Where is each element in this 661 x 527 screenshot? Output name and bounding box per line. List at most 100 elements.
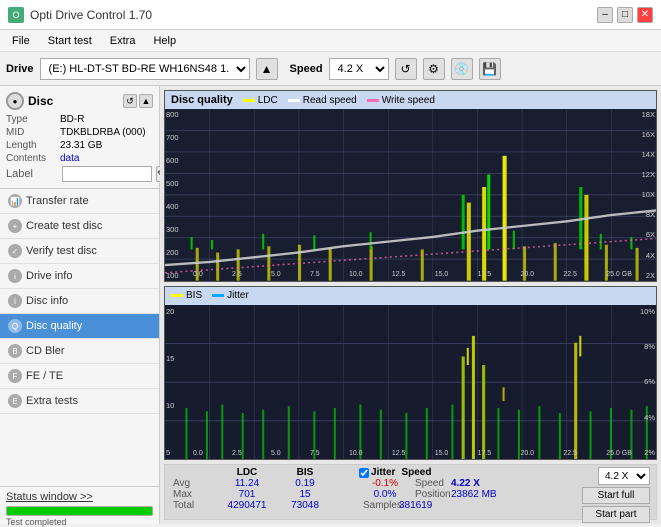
sidebar-item-disc-info-label: Disc info bbox=[26, 295, 68, 307]
start-part-button[interactable]: Start part bbox=[582, 506, 650, 523]
bis-legend-label: BIS bbox=[186, 290, 202, 301]
speed-label: Speed bbox=[290, 63, 323, 75]
disc-type-value: BD-R bbox=[60, 114, 84, 125]
stats-position-label: Position bbox=[415, 489, 451, 500]
chart1-body: 800700600500400300200100 18X16X14X12X10X… bbox=[165, 109, 656, 281]
jitter-checkbox[interactable] bbox=[359, 468, 369, 478]
sidebar-item-verify-test-disc-label: Verify test disc bbox=[26, 245, 97, 257]
stats-total-row: Total 4290471 73048 Samples 381619 bbox=[169, 500, 582, 511]
disc-quality-icon: Q bbox=[8, 319, 22, 333]
eject-button[interactable]: ▲ bbox=[256, 58, 278, 80]
stats-panel: LDC BIS Jitter Speed Avg 11.24 0.19 bbox=[164, 464, 657, 520]
save-button[interactable]: 💾 bbox=[479, 58, 501, 80]
jitter-checkbox-row: Jitter bbox=[359, 467, 395, 478]
chart2-y-axis-right: 10%8%6%4%2% bbox=[632, 305, 656, 459]
status-text: Test completed bbox=[6, 517, 153, 527]
disc-label-row: Label ✎ bbox=[6, 166, 153, 182]
stats-max-jitter: 0.0% bbox=[359, 489, 411, 500]
disc-quality-chart: Disc quality LDC Read speed Write speed bbox=[164, 90, 657, 282]
disc-info-icon: i bbox=[8, 294, 22, 308]
disc-eject-button[interactable]: ▲ bbox=[139, 94, 153, 108]
chart1-y-axis-left: 800700600500400300200100 bbox=[165, 109, 193, 281]
sidebar-item-extra-tests[interactable]: E Extra tests bbox=[0, 389, 159, 414]
sidebar-item-transfer-rate-label: Transfer rate bbox=[26, 195, 89, 207]
progress-bar-fill bbox=[7, 507, 152, 515]
sidebar-item-create-test-disc[interactable]: + Create test disc bbox=[0, 214, 159, 239]
sidebar-item-cd-bler[interactable]: B CD Bler bbox=[0, 339, 159, 364]
sidebar-item-cd-bler-label: CD Bler bbox=[26, 345, 65, 357]
menu-file[interactable]: File bbox=[4, 33, 38, 49]
minimize-button[interactable]: – bbox=[597, 7, 613, 23]
sidebar: ● Disc ↺ ▲ Type BD-R MID TDKBLDRBA (000)… bbox=[0, 86, 160, 524]
close-button[interactable]: ✕ bbox=[637, 7, 653, 23]
stats-speed-value: 4.22 X bbox=[451, 478, 480, 489]
status-bar: Status window >> Test completed bbox=[0, 486, 159, 524]
sidebar-item-fe-te[interactable]: F FE / TE bbox=[0, 364, 159, 389]
ldc-legend-label: LDC bbox=[258, 95, 278, 106]
drive-label: Drive bbox=[6, 63, 34, 75]
disc-button[interactable]: 💿 bbox=[451, 58, 473, 80]
disc-length-value: 23.31 GB bbox=[60, 140, 102, 151]
chart1-legend-write: Write speed bbox=[367, 95, 435, 106]
stats-speed-label: Speed bbox=[415, 478, 451, 489]
disc-type-row: Type BD-R bbox=[6, 114, 153, 125]
disc-label-label: Label bbox=[6, 168, 58, 180]
menu-extra[interactable]: Extra bbox=[102, 33, 144, 49]
chart1-legend-ldc: LDC bbox=[243, 95, 278, 106]
speed-select[interactable]: 4.2 X bbox=[329, 58, 389, 80]
read-speed-legend-label: Read speed bbox=[303, 95, 357, 106]
write-speed-legend-label: Write speed bbox=[382, 95, 435, 106]
bis-legend-color bbox=[171, 294, 183, 297]
menu-help[interactable]: Help bbox=[145, 33, 184, 49]
stats-avg-bis: 0.19 bbox=[279, 478, 331, 489]
jitter-chart: BIS Jitter bbox=[164, 286, 657, 460]
refresh-button[interactable]: ↺ bbox=[395, 58, 417, 80]
maximize-button[interactable]: □ bbox=[617, 7, 633, 23]
nav-items: 📊 Transfer rate + Create test disc ✓ Ver… bbox=[0, 189, 159, 414]
stats-avg-jitter: -0.1% bbox=[359, 478, 411, 489]
sidebar-item-transfer-rate[interactable]: 📊 Transfer rate bbox=[0, 189, 159, 214]
window-controls[interactable]: – □ ✕ bbox=[597, 7, 653, 23]
disc-contents-label: Contents bbox=[6, 153, 58, 164]
sidebar-item-drive-info[interactable]: i Drive info bbox=[0, 264, 159, 289]
menubar: File Start test Extra Help bbox=[0, 30, 661, 52]
disc-length-row: Length 23.31 GB bbox=[6, 140, 153, 151]
disc-label-input[interactable] bbox=[62, 166, 152, 182]
disc-icon: ● bbox=[6, 92, 24, 110]
write-speed-legend-color bbox=[367, 99, 379, 102]
stats-total-ldc: 4290471 bbox=[215, 500, 279, 511]
sidebar-item-extra-tests-label: Extra tests bbox=[26, 395, 78, 407]
disc-refresh-button[interactable]: ↺ bbox=[123, 94, 137, 108]
sidebar-item-disc-info[interactable]: i Disc info bbox=[0, 289, 159, 314]
read-speed-legend-color bbox=[288, 99, 300, 102]
main-layout: ● Disc ↺ ▲ Type BD-R MID TDKBLDRBA (000)… bbox=[0, 86, 661, 524]
app-icon: O bbox=[8, 7, 24, 23]
disc-mid-value: TDKBLDRBA (000) bbox=[60, 127, 146, 138]
settings-button[interactable]: ⚙ bbox=[423, 58, 445, 80]
stats-max-ldc: 701 bbox=[215, 489, 279, 500]
disc-contents-value: data bbox=[60, 153, 79, 164]
drive-select[interactable]: (E:) HL-DT-ST BD-RE WH16NS48 1.D3 bbox=[40, 58, 250, 80]
stats-header-ldc: LDC bbox=[215, 467, 279, 478]
stats-table: LDC BIS Jitter Speed Avg 11.24 0.19 bbox=[169, 467, 582, 511]
chart2-svg bbox=[165, 305, 656, 459]
bottom-speed-select[interactable]: 4.2 X bbox=[598, 467, 650, 485]
start-full-button[interactable]: Start full bbox=[582, 487, 650, 504]
ldc-legend-color bbox=[243, 99, 255, 102]
chart2-legend-bis: BIS bbox=[171, 290, 202, 301]
status-window-button[interactable]: Status window >> bbox=[6, 491, 153, 503]
chart1-x-axis: 0.02.55.07.510.012.515.017.520.022.525.0… bbox=[193, 269, 632, 281]
extra-tests-icon: E bbox=[8, 394, 22, 408]
menu-start-test[interactable]: Start test bbox=[40, 33, 100, 49]
stats-total-label: Total bbox=[173, 500, 215, 511]
drive-info-icon: i bbox=[8, 269, 22, 283]
fe-te-icon: F bbox=[8, 369, 22, 383]
sidebar-item-disc-quality[interactable]: Q Disc quality bbox=[0, 314, 159, 339]
disc-section-title: Disc bbox=[28, 94, 53, 108]
content-area: Disc quality LDC Read speed Write speed bbox=[160, 86, 661, 524]
stats-samples-label: Samples bbox=[363, 500, 399, 511]
sidebar-item-verify-test-disc[interactable]: ✓ Verify test disc bbox=[0, 239, 159, 264]
chart1-title: Disc quality bbox=[171, 94, 233, 106]
disc-mid-label: MID bbox=[6, 127, 58, 138]
sidebar-item-fe-te-label: FE / TE bbox=[26, 370, 63, 382]
